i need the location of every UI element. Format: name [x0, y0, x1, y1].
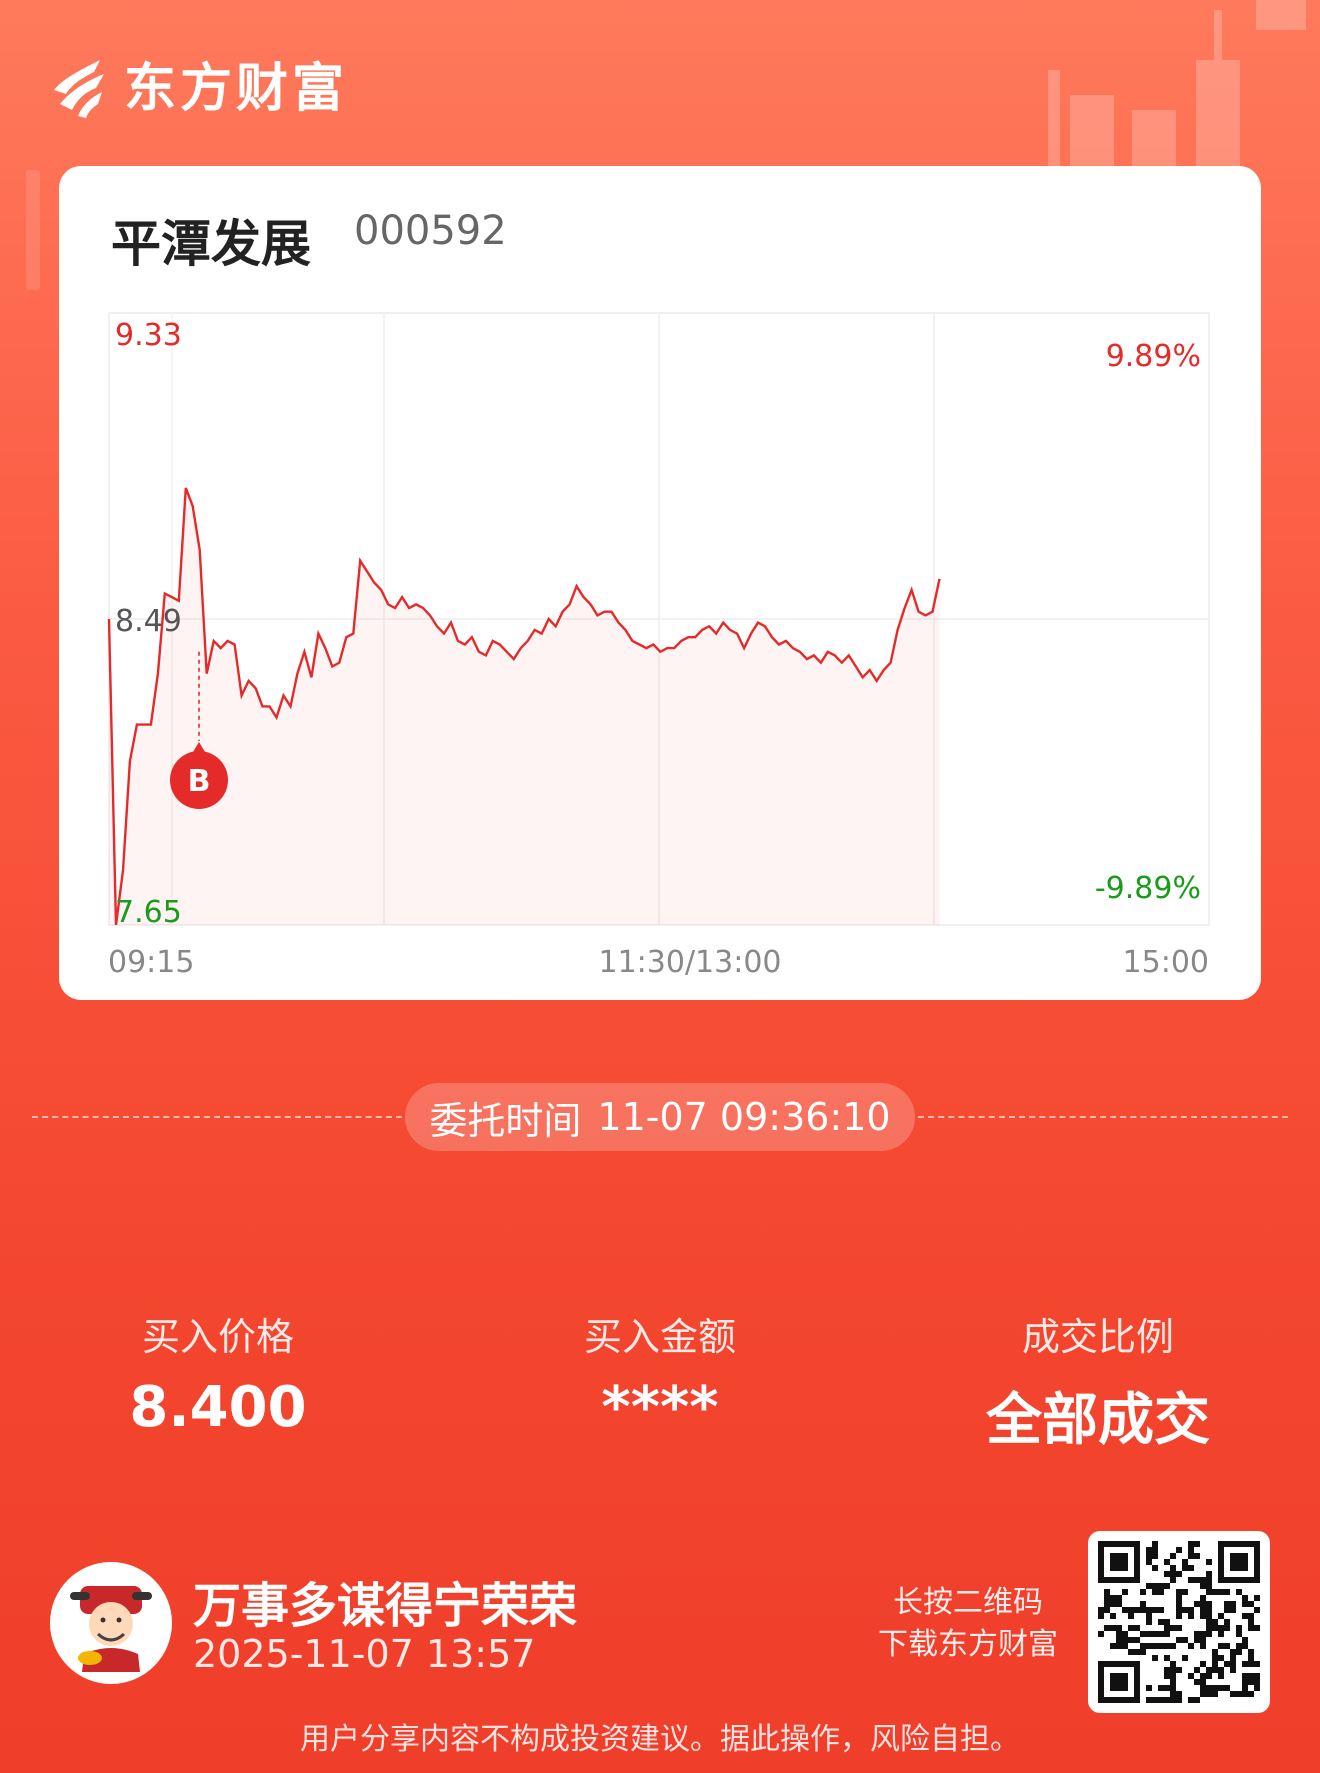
stock-chart-card[interactable]: 平潭发展 000592 B 9.33 8.49 7.65 9.89% -9.89…: [59, 166, 1261, 1000]
intraday-chart: B 9.33 8.49 7.65 9.89% -9.89% 09:15 11:3…: [107, 312, 1210, 980]
stat-value: 8.400: [129, 1375, 307, 1440]
brand-logo-icon: [54, 59, 104, 118]
marker-label: B: [188, 764, 211, 799]
stat-value: 全部成交: [986, 1388, 1210, 1453]
stat-buy-amount: 买入金额 ****: [510, 1306, 810, 1440]
price-area: [109, 487, 940, 925]
pct-tick-low: -9.89%: [1095, 871, 1201, 906]
fortune-god-avatar-icon: [70, 1586, 152, 1672]
qr-code[interactable]: [1088, 1531, 1270, 1713]
download-hint-line2: 下载东方财富: [878, 1627, 1058, 1662]
candlestick-decoration: [1048, 0, 1306, 170]
share-time: 2025-11-07 13:57: [193, 1632, 536, 1676]
y-tick-mid: 8.49: [115, 604, 182, 639]
y-tick-low: 7.65: [115, 895, 182, 930]
stat-label: 买入价格: [141, 1315, 294, 1359]
qr-code-icon: [1098, 1541, 1260, 1703]
pct-tick-high: 9.89%: [1106, 339, 1201, 374]
x-tick-mid: 11:30/13:00: [598, 945, 781, 980]
stat-fill-ratio: 成交比例 全部成交: [948, 1306, 1248, 1456]
order-time-row: 委托时间 11-07 09:36:10: [32, 1083, 1288, 1151]
stat-label: 成交比例: [1021, 1315, 1174, 1359]
trade-stats: 买入价格 8.400 买入金额 **** 成交比例 全部成交: [0, 1306, 1320, 1453]
x-tick-end: 15:00: [1123, 945, 1209, 980]
brand-logo: 东方财富: [48, 46, 348, 121]
divider-left: [32, 1116, 402, 1118]
download-hint-line1: 长按二维码: [893, 1585, 1043, 1620]
order-time-value: 11-07 09:36:10: [597, 1095, 891, 1139]
disclaimer: 用户分享内容不构成投资建议。据此操作，风险自担。: [300, 1722, 1020, 1757]
stat-buy-price: 买入价格 8.400: [68, 1306, 368, 1440]
stat-label: 买入金额: [583, 1315, 736, 1359]
stat-value: ****: [601, 1375, 719, 1440]
user-avatar[interactable]: [50, 1562, 172, 1684]
order-time-label: 委托时间: [429, 1098, 582, 1143]
x-tick-start: 09:15: [108, 945, 194, 980]
decoration-bar: [26, 170, 40, 290]
download-hint: 长按二维码 下载东方财富: [878, 1582, 1058, 1666]
brand-name: 东方财富: [124, 59, 349, 119]
divider-right: [918, 1116, 1288, 1118]
y-tick-high: 9.33: [115, 318, 182, 353]
order-time-pill: 委托时间 11-07 09:36:10: [405, 1083, 915, 1151]
user-name: 万事多谋得宁荣荣: [193, 1578, 578, 1634]
